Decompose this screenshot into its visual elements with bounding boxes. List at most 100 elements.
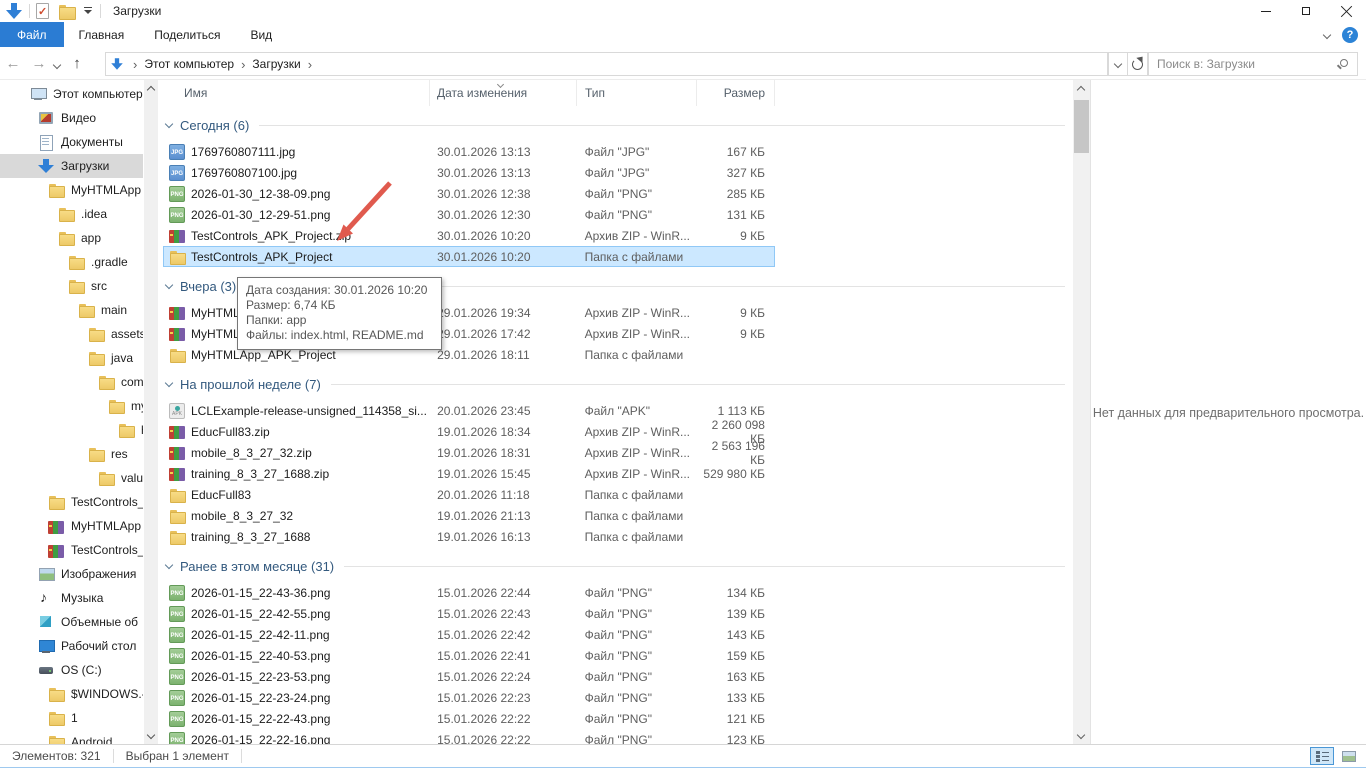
collapse-group-icon[interactable] bbox=[165, 280, 173, 288]
scroll-down-icon[interactable] bbox=[147, 731, 155, 739]
scroll-up-icon[interactable] bbox=[147, 86, 155, 94]
file-size: 327 КБ bbox=[696, 166, 774, 180]
file-row-educfull83[interactable]: EducFull8320.01.2026 11:18Папка с файлам… bbox=[163, 484, 775, 505]
sidebar-item-видео[interactable]: Видео bbox=[0, 106, 143, 130]
scrollbar-thumb[interactable] bbox=[1074, 100, 1089, 153]
file-row-testcontrols-apk-project[interactable]: TestControls_APK_Project30.01.2026 10:20… bbox=[163, 246, 775, 267]
file-date: 29.01.2026 18:11 bbox=[430, 348, 577, 362]
maximize-button[interactable] bbox=[1286, 0, 1326, 22]
file-type: Файл "APK" bbox=[577, 404, 697, 418]
file-row-lclexample-release-unsigned-114358-si[interactable]: LCLExample-release-unsigned_114358_si...… bbox=[163, 400, 775, 421]
sidebar-item-os-c[interactable]: OS (C:) bbox=[0, 658, 143, 682]
collapse-group-icon[interactable] bbox=[165, 560, 173, 568]
scroll-down-icon[interactable] bbox=[1077, 731, 1085, 739]
back-button[interactable]: ← bbox=[0, 55, 26, 72]
sidebar-item-java[interactable]: java bbox=[0, 346, 143, 370]
file-row-2026-01-30-12-38-09-png[interactable]: 2026-01-30_12-38-09.png30.01.2026 12:38Ф… bbox=[163, 183, 775, 204]
sidebar-item-testcontrols[interactable]: TestControls_ bbox=[0, 538, 143, 562]
sidebar-item-label: Этот компьютер bbox=[53, 87, 143, 101]
file-date: 30.01.2026 13:13 bbox=[430, 145, 577, 159]
file-row-mobile-8-3-27-32-zip[interactable]: mobile_8_3_27_32.zip19.01.2026 18:31Архи… bbox=[163, 442, 775, 463]
group-header-ранее-в-этом-месяце-31[interactable]: Ранее в этом месяце (31) bbox=[166, 556, 1065, 576]
file-type: Архив ZIP - WinR... bbox=[577, 306, 697, 320]
file-row-2026-01-30-12-29-51-png[interactable]: 2026-01-30_12-29-51.png30.01.2026 12:30Ф… bbox=[163, 204, 775, 225]
file-row-2026-01-15-22-22-16-png[interactable]: 2026-01-15_22-22-16.png15.01.2026 22:22Ф… bbox=[163, 729, 775, 745]
sidebar-item-музыка[interactable]: Музыка bbox=[0, 586, 143, 610]
sidebar-item-изображения[interactable]: Изображения bbox=[0, 562, 143, 586]
folder-icon bbox=[118, 422, 134, 438]
sidebar-item-объемные-об[interactable]: Объемные об bbox=[0, 610, 143, 634]
breadcrumb-downloads[interactable]: Загрузки bbox=[252, 57, 300, 71]
tab-home[interactable]: Главная bbox=[64, 22, 140, 47]
file-row-educfull83-zip[interactable]: EducFull83.zip19.01.2026 18:34Архив ZIP … bbox=[163, 421, 775, 442]
sidebar-item-$windows[interactable]: $WINDOWS.- bbox=[0, 682, 143, 706]
sidebar-item-idea[interactable]: .idea bbox=[0, 202, 143, 226]
customize-quick-access-icon[interactable] bbox=[83, 5, 94, 17]
file-row-2026-01-15-22-23-53-png[interactable]: 2026-01-15_22-23-53.png15.01.2026 22:24Ф… bbox=[163, 666, 775, 687]
thumbnails-view-button[interactable] bbox=[1337, 747, 1361, 765]
sidebar-scrollbar[interactable] bbox=[144, 80, 158, 745]
search-icon[interactable] bbox=[1340, 59, 1348, 67]
breadcrumb-this-pc[interactable]: Этот компьютер bbox=[144, 57, 234, 71]
file-list-scrollbar[interactable] bbox=[1073, 80, 1090, 745]
sidebar-item-1[interactable]: 1 bbox=[0, 706, 143, 730]
sidebar-item-mya[interactable]: mya bbox=[0, 394, 143, 418]
tab-share[interactable]: Поделиться bbox=[139, 22, 235, 47]
file-row-training-8-3-27-1688-zip[interactable]: training_8_3_27_1688.zip19.01.2026 15:45… bbox=[163, 463, 775, 484]
new-folder-icon[interactable] bbox=[59, 5, 74, 18]
file-row-1769760807111-jpg[interactable]: 1769760807111.jpg30.01.2026 13:13Файл "J… bbox=[163, 141, 775, 162]
recent-locations-icon[interactable] bbox=[53, 60, 61, 68]
tab-file[interactable]: Файл bbox=[0, 22, 64, 47]
sidebar-item-src[interactable]: src bbox=[0, 274, 143, 298]
file-size: 131 КБ bbox=[696, 208, 774, 222]
sidebar-item-testcontrols[interactable]: TestControls_ bbox=[0, 490, 143, 514]
tab-view[interactable]: Вид bbox=[235, 22, 287, 47]
sidebar-item-htr[interactable]: htr bbox=[0, 418, 143, 442]
sidebar-item-gradle[interactable]: .gradle bbox=[0, 250, 143, 274]
file-row-2026-01-15-22-23-24-png[interactable]: 2026-01-15_22-23-24.png15.01.2026 22:23Ф… bbox=[163, 687, 775, 708]
sidebar-item-рабочий-стол[interactable]: Рабочий стол bbox=[0, 634, 143, 658]
up-button[interactable]: ↑ bbox=[64, 55, 90, 72]
file-row-2026-01-15-22-40-53-png[interactable]: 2026-01-15_22-40-53.png15.01.2026 22:41Ф… bbox=[163, 645, 775, 666]
group-header-сегодня-6[interactable]: Сегодня (6) bbox=[166, 115, 1065, 135]
sidebar-item-myhtmlapp[interactable]: MyHTMLApp bbox=[0, 178, 143, 202]
file-row-mobile-8-3-27-32[interactable]: mobile_8_3_27_3219.01.2026 21:13Папка с … bbox=[163, 505, 775, 526]
sidebar-item-документы[interactable]: Документы bbox=[0, 130, 143, 154]
file-row-training-8-3-27-1688[interactable]: training_8_3_27_168819.01.2026 16:13Папк… bbox=[163, 526, 775, 547]
scroll-up-icon[interactable] bbox=[1077, 86, 1085, 94]
ribbon-expand-icon[interactable] bbox=[1323, 30, 1331, 38]
sidebar-item-myhtmlapp[interactable]: MyHTMLApp bbox=[0, 514, 143, 538]
address-dropdown-button[interactable] bbox=[1108, 52, 1128, 76]
collapse-group-icon[interactable] bbox=[165, 378, 173, 386]
collapse-group-icon[interactable] bbox=[165, 119, 173, 127]
sidebar-item-com[interactable]: com bbox=[0, 370, 143, 394]
sidebar-item-этот-компьютер[interactable]: Этот компьютер bbox=[0, 82, 143, 106]
column-header-size[interactable]: Размер bbox=[697, 80, 775, 106]
help-icon[interactable]: ? bbox=[1342, 27, 1358, 43]
file-row-2026-01-15-22-42-55-png[interactable]: 2026-01-15_22-42-55.png15.01.2026 22:43Ф… bbox=[163, 603, 775, 624]
refresh-button[interactable] bbox=[1128, 52, 1148, 76]
close-button[interactable] bbox=[1326, 0, 1366, 22]
sidebar-item-assets[interactable]: assets bbox=[0, 322, 143, 346]
details-view-button[interactable] bbox=[1310, 747, 1334, 765]
forward-button[interactable]: → bbox=[26, 55, 52, 72]
sidebar-item-android[interactable]: Android bbox=[0, 730, 143, 745]
file-row-testcontrols-apk-project-zip[interactable]: TestControls_APK_Project.zip30.01.2026 1… bbox=[163, 225, 775, 246]
search-input[interactable] bbox=[1157, 53, 1327, 75]
file-row-2026-01-15-22-42-11-png[interactable]: 2026-01-15_22-42-11.png15.01.2026 22:42Ф… bbox=[163, 624, 775, 645]
column-header-date[interactable]: Дата изменения bbox=[430, 80, 577, 106]
file-row-2026-01-15-22-22-43-png[interactable]: 2026-01-15_22-22-43.png15.01.2026 22:22Ф… bbox=[163, 708, 775, 729]
group-header-на-прошлой-неделе-7[interactable]: На прошлой неделе (7) bbox=[166, 374, 1065, 394]
properties-icon[interactable] bbox=[36, 3, 49, 19]
sidebar-item-values[interactable]: values bbox=[0, 466, 143, 490]
sidebar-item-app[interactable]: app bbox=[0, 226, 143, 250]
file-row-1769760807100-jpg[interactable]: 1769760807100.jpg30.01.2026 13:13Файл "J… bbox=[163, 162, 775, 183]
minimize-button[interactable] bbox=[1246, 0, 1286, 22]
column-header-type[interactable]: Тип bbox=[577, 80, 697, 106]
address-bar[interactable]: › Этот компьютер › Загрузки › bbox=[105, 52, 1108, 76]
sidebar-item-main[interactable]: main bbox=[0, 298, 143, 322]
sidebar-item-res[interactable]: res bbox=[0, 442, 143, 466]
file-row-2026-01-15-22-43-36-png[interactable]: 2026-01-15_22-43-36.png15.01.2026 22:44Ф… bbox=[163, 582, 775, 603]
sidebar-item-загрузки[interactable]: Загрузки bbox=[0, 154, 143, 178]
column-header-name[interactable]: Имя bbox=[163, 80, 430, 106]
